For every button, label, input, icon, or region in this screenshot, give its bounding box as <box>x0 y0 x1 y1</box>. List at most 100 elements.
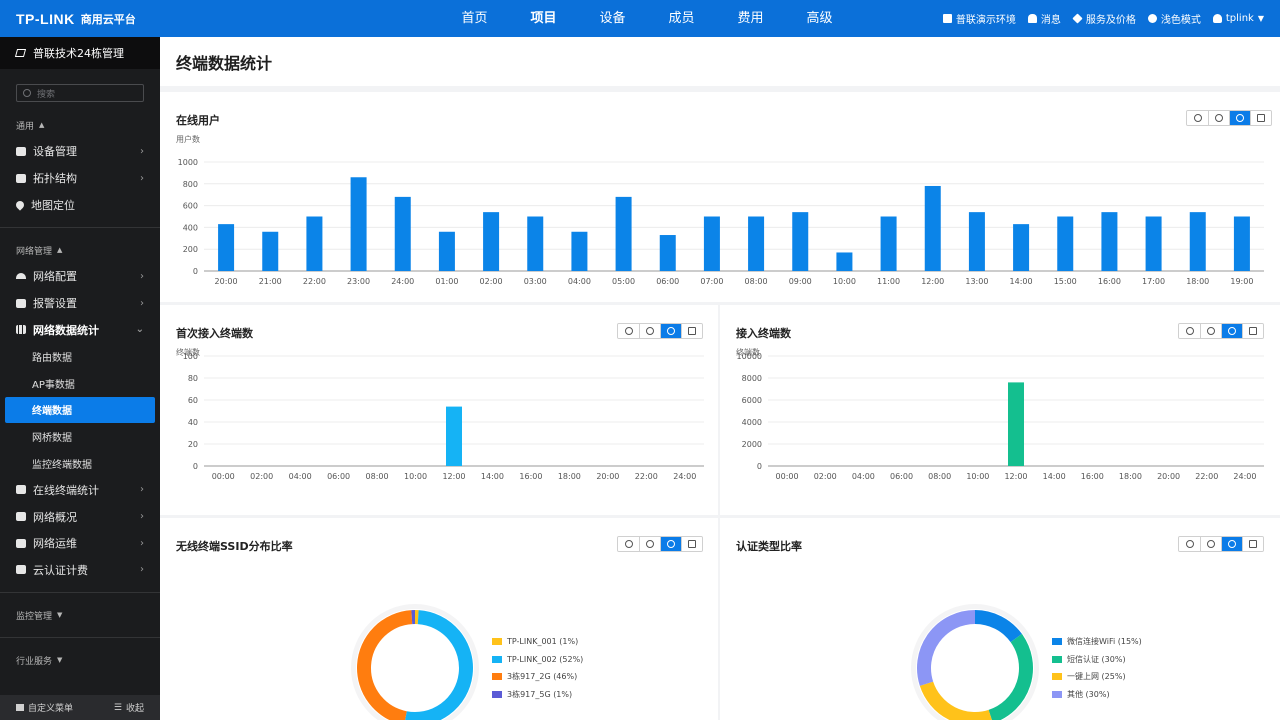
x-tick-label: 02:00 <box>480 277 503 286</box>
legend-swatch <box>1052 655 1062 663</box>
custom-menu-button[interactable]: 自定义菜单 <box>16 701 73 714</box>
messages-button[interactable]: 消息 <box>1027 11 1061 26</box>
x-tick-label: 18:00 <box>1186 277 1209 286</box>
bar <box>394 196 411 271</box>
x-tick-label: 16:00 <box>1098 277 1121 286</box>
sidebar-subitem-bridge-data[interactable]: 网桥数据 <box>0 423 160 450</box>
12h-tool[interactable] <box>639 537 660 551</box>
sidebar-item-cloud-auth-billing[interactable]: 云认证计费 › <box>0 557 160 584</box>
project-selector[interactable]: 普联技术24栋管理 <box>0 37 160 69</box>
sidebar-item-device-management[interactable]: 设备管理 › <box>0 138 160 165</box>
calendar-tool[interactable] <box>1242 537 1263 551</box>
auth-legend: 微信连接WiFi (15%) 短信认证 (30%) 一键上网 (25%) 其他 … <box>1052 633 1142 703</box>
bar <box>924 185 941 271</box>
sidebar-search-input[interactable]: 搜索 <box>16 84 144 102</box>
12h-tool[interactable] <box>1200 537 1221 551</box>
sidebar-subitem-monitor-terminal-data[interactable]: 监控终端数据 <box>0 450 160 477</box>
x-tick-label: 08:00 <box>366 472 389 481</box>
collapse-button[interactable]: ☰ 收起 <box>114 701 144 715</box>
chevron-right-icon: › <box>140 484 144 496</box>
top-bar: TP-LINK 商用云平台 首页 项目 设备 成员 费用 高级 普联演示环境 消… <box>0 0 1280 37</box>
sidebar-subitem-router-data[interactable]: 路由数据 <box>0 343 160 370</box>
legend-swatch <box>1052 673 1062 681</box>
chevron-right-icon: › <box>140 537 144 549</box>
info-tool[interactable] <box>1179 537 1200 551</box>
legend-label: 3栋917_2G (46%) <box>507 672 578 682</box>
divider <box>0 592 160 594</box>
wifi-icon <box>16 273 26 280</box>
section-industry[interactable]: 行业服务 ▼ <box>0 647 160 673</box>
theme-label: 浅色模式 <box>1160 15 1201 26</box>
nav-project[interactable]: 项目 <box>509 0 578 37</box>
x-tick-label: 24:00 <box>391 277 414 286</box>
sidebar-item-network-config[interactable]: 网络配置 › <box>0 263 160 290</box>
y-tick-label: 10000 <box>737 352 762 361</box>
24h-tool[interactable] <box>660 537 681 551</box>
theme-toggle[interactable]: 浅色模式 <box>1147 11 1201 26</box>
nav-cost[interactable]: 费用 <box>716 0 785 37</box>
section-monitor[interactable]: 监控管理 ▼ <box>0 602 160 628</box>
chevron-right-icon: › <box>140 511 144 523</box>
search-placeholder: 搜索 <box>37 89 56 100</box>
x-tick-label: 01:00 <box>435 277 458 286</box>
x-tick-label: 18:00 <box>558 472 581 481</box>
sidebar-item-topology[interactable]: 拓扑结构 › <box>0 165 160 192</box>
user-menu[interactable]: tplink ▼ <box>1212 13 1264 24</box>
x-tick-label: 22:00 <box>303 277 326 286</box>
chart-toolbar <box>617 536 703 552</box>
cloud-auth-icon <box>16 565 26 575</box>
info-tool[interactable] <box>618 537 639 551</box>
environment-button[interactable]: 普联演示环境 <box>942 11 1016 26</box>
section-general[interactable]: 通用 ▲ <box>0 112 160 138</box>
calendar-tool[interactable] <box>681 537 702 551</box>
x-tick-label: 07:00 <box>700 277 723 286</box>
sidebar-subitem-terminal-data[interactable]: 终端数据 <box>5 396 155 424</box>
sidebar-item-network-stats[interactable]: 网络数据统计 ⌄ <box>0 316 160 343</box>
bar <box>1233 216 1250 271</box>
sidebar-footer: 自定义菜单 ☰ 收起 <box>0 695 160 720</box>
dashboard-icon <box>16 512 26 522</box>
sidebar-item-label: 网络数据统计 <box>33 323 99 337</box>
bar <box>438 231 455 271</box>
sidebar-item-network-overview[interactable]: 网络概况 › <box>0 503 160 530</box>
24h-tool[interactable] <box>1221 537 1242 551</box>
y-tick-label: 60 <box>188 396 198 405</box>
panel-online-users: 在线用户 用户数 0 200 400 600 800 1000 20:00 21:00 22:0… <box>160 92 1280 302</box>
pricing-button[interactable]: 服务及价格 <box>1072 11 1136 26</box>
legend-label: TP-LINK_002 (52%) <box>507 654 584 664</box>
bar <box>571 231 588 271</box>
legend-item: 微信连接WiFi (15%) <box>1052 633 1142 651</box>
device-icon <box>16 146 26 156</box>
nav-advanced[interactable]: 高级 <box>785 0 854 37</box>
legend-label: 3栋917_5G (1%) <box>507 689 573 699</box>
bar <box>218 224 235 271</box>
bar <box>1008 382 1024 466</box>
legend-label: 短信认证 (30%) <box>1067 654 1126 664</box>
tools-icon <box>16 538 26 548</box>
x-tick-label: 10:00 <box>833 277 856 286</box>
y-tick-label: 0 <box>193 462 198 471</box>
sidebar-item-alarm[interactable]: 报警设置 › <box>0 290 160 317</box>
divider <box>0 227 160 229</box>
sidebar-item-online-terminals[interactable]: 在线终端统计 › <box>0 477 160 504</box>
clock-24-icon <box>667 540 675 548</box>
search-icon <box>23 89 31 97</box>
y-tick-label: 400 <box>183 223 198 232</box>
sidebar-subitem-ap-data[interactable]: AP事数据 <box>0 370 160 397</box>
y-tick-label: 600 <box>183 202 198 211</box>
sidebar-item-network-ops[interactable]: 网络运维 › <box>0 530 160 557</box>
bar-chart-icon <box>16 325 26 335</box>
section-industry-label: 行业服务 <box>16 656 53 667</box>
nav-member[interactable]: 成员 <box>647 0 716 37</box>
nav-home[interactable]: 首页 <box>440 0 509 37</box>
nav-device[interactable]: 设备 <box>578 0 647 37</box>
brand[interactable]: TP-LINK 商用云平台 <box>16 11 136 27</box>
sidebar-item-map[interactable]: 地图定位 <box>0 191 160 218</box>
section-network[interactable]: 网络管理 ▲ <box>0 237 160 263</box>
bar <box>659 235 676 271</box>
top-right-actions: 普联演示环境 消息 服务及价格 浅色模式 tplink ▼ <box>942 0 1264 37</box>
bar <box>1189 212 1206 271</box>
bar <box>1145 216 1162 271</box>
sun-icon <box>1147 14 1157 23</box>
legend-swatch <box>1052 638 1062 646</box>
